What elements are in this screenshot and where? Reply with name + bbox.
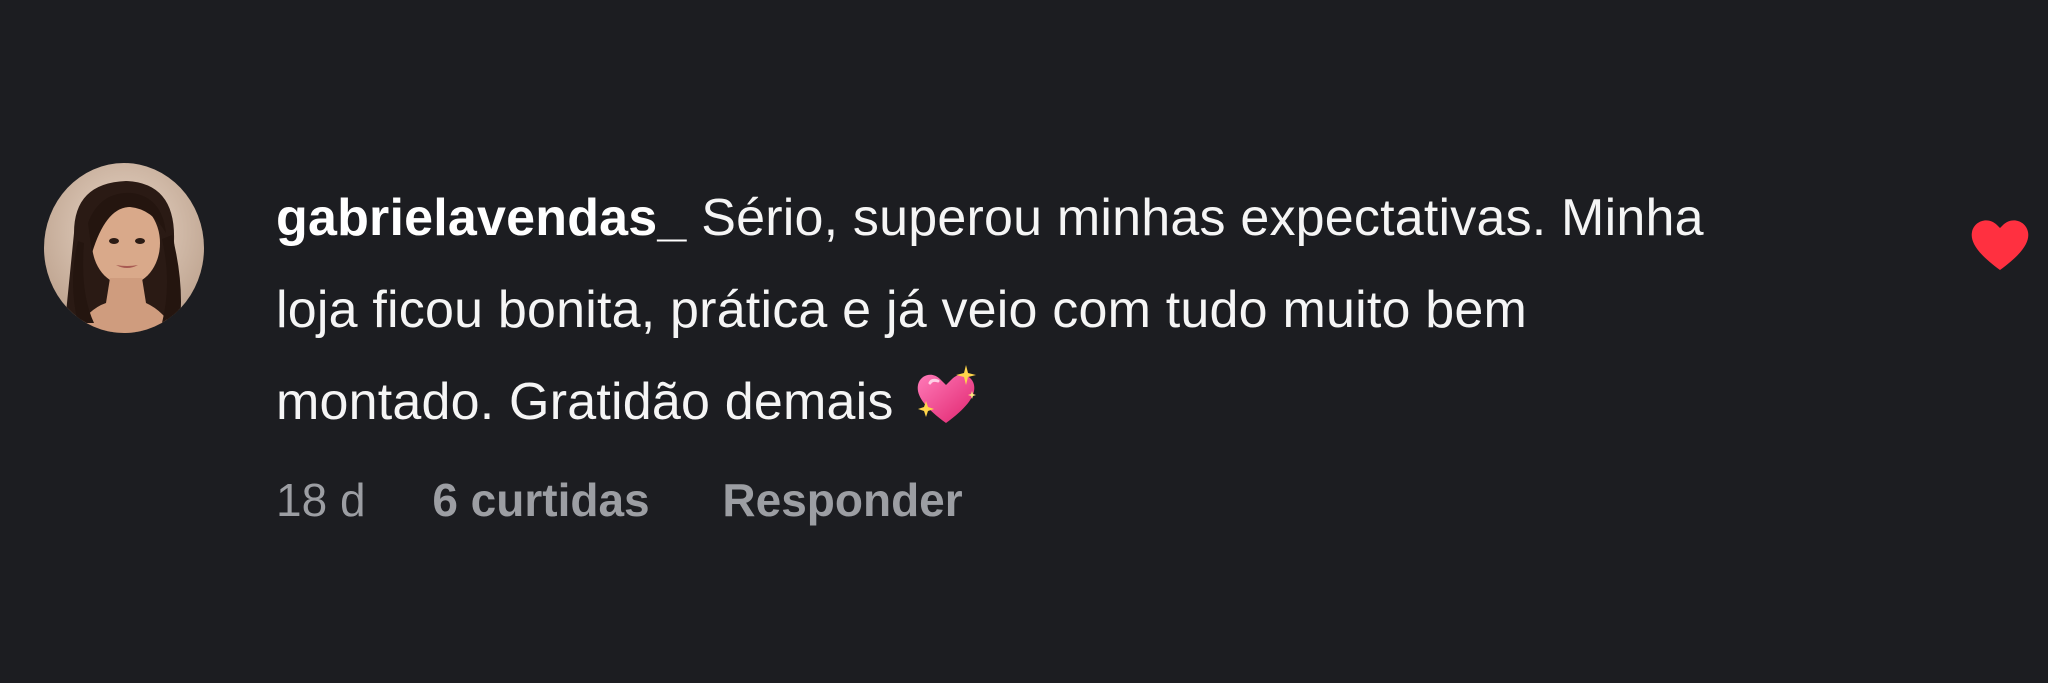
comment-row: gabrielavendas_ Sério, superou minhas ex… <box>0 0 2048 683</box>
likes-count[interactable]: 6 curtidas <box>432 468 649 532</box>
reply-button[interactable]: Responder <box>722 468 962 532</box>
user-photo <box>44 163 204 333</box>
sparkling-heart-icon <box>912 361 982 431</box>
username-link[interactable]: gabrielavendas_ <box>276 189 687 247</box>
comment-text: gabrielavendas_ Sério, superou minhas ex… <box>276 172 1936 448</box>
avatar[interactable] <box>44 163 204 333</box>
comment-text-line-1: Sério, superou minhas expectativas. Minh… <box>686 189 1704 247</box>
comment-timestamp: 18 d <box>276 474 366 526</box>
comment-body: gabrielavendas_ Sério, superou minhas ex… <box>276 172 1936 448</box>
comment-line-3: montado. Gratidão demais <box>276 356 1936 448</box>
like-heart-icon[interactable] <box>1968 212 2032 276</box>
comment-line-2: loja ficou bonita, prática e já veio com… <box>276 281 1528 339</box>
comment-meta: 18 d 6 curtidas Responder <box>276 468 963 532</box>
comment-text-line-3: montado. Gratidão demais <box>276 373 894 431</box>
comment-line-1: gabrielavendas_ Sério, superou minhas ex… <box>276 172 1936 264</box>
